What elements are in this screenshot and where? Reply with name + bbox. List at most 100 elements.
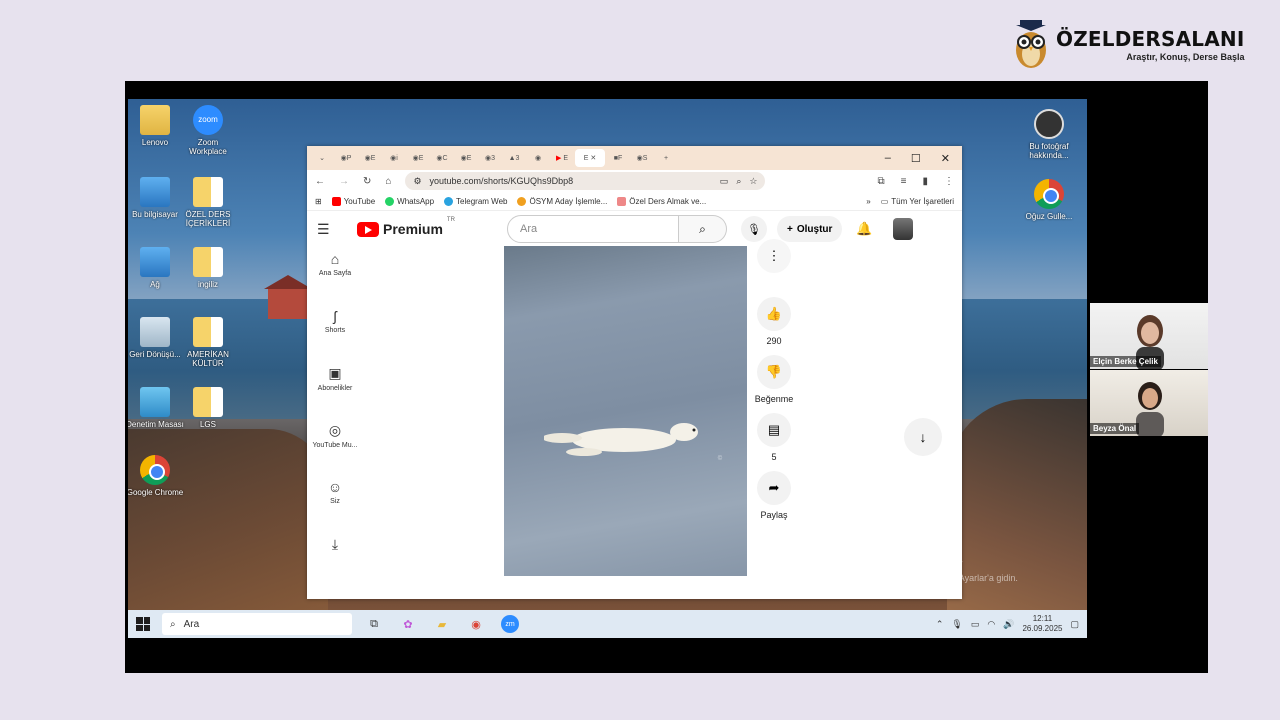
- share-button[interactable]: ➦: [757, 471, 791, 505]
- sidebar-item-downloads[interactable]: ⤓: [307, 536, 363, 593]
- desktop-icon-oguz-gulle[interactable]: Oğuz Gulle...: [1019, 179, 1079, 221]
- desktop-icon-lenovo[interactable]: Lenovo: [128, 105, 185, 147]
- browser-tab[interactable]: ◉ 3: [479, 149, 501, 167]
- next-video-button[interactable]: ↓: [904, 418, 942, 456]
- desktop-icon-ozel-ders[interactable]: ÖZEL DERS İÇERİKLERİ: [178, 177, 238, 228]
- site-info-icon[interactable]: ⚙: [413, 176, 421, 187]
- youtube-icon: [331, 196, 341, 206]
- extensions-icon[interactable]: ⧉: [878, 176, 885, 187]
- more-options-kebab-icon[interactable]: ⋮: [757, 239, 791, 273]
- desktop-icon-photo-info[interactable]: Bu fotoğraf hakkında...: [1019, 109, 1079, 160]
- chrome-icon[interactable]: ◉: [464, 613, 488, 635]
- bookmark-osym[interactable]: ÖSYM Aday İşlemle...: [517, 196, 607, 206]
- browser-tab[interactable]: ◉ i: [383, 149, 405, 167]
- like-button[interactable]: 👍: [757, 297, 791, 331]
- copilot-icon[interactable]: ✿: [396, 613, 420, 635]
- browser-tab[interactable]: ◉ E: [407, 149, 429, 167]
- desktop-icon-google-chrome[interactable]: Google Chrome: [128, 455, 185, 497]
- browser-tab[interactable]: ▲ 3: [503, 149, 525, 167]
- desktop-icon-amerikan-kultur[interactable]: AMERİKAN KÜLTÜR: [178, 317, 238, 368]
- browser-tab[interactable]: ◉: [527, 149, 549, 167]
- minimize-icon[interactable]: –: [885, 152, 891, 165]
- folder-outline-icon: ▭: [880, 196, 889, 206]
- dislike-button[interactable]: 👎: [757, 355, 791, 389]
- reading-list-icon[interactable]: ≡: [901, 176, 907, 187]
- taskbar-search[interactable]: ⌕ Ara: [162, 613, 352, 635]
- task-view-icon[interactable]: ⧉: [362, 613, 386, 635]
- more-bookmarks-chevron-icon[interactable]: »: [866, 197, 870, 206]
- sidebar-item-youtube-music[interactable]: ◎ YouTube Mu...: [307, 422, 363, 479]
- taskbar-clock[interactable]: 12:11 26.09.2025: [1022, 614, 1062, 634]
- battery-icon[interactable]: ▭: [971, 619, 980, 630]
- zoom-magnifier-icon[interactable]: ⌕: [736, 176, 741, 187]
- desktop-icon-control-panel[interactable]: Denetim Masası: [128, 387, 185, 429]
- bookmark-star-icon[interactable]: ☆: [749, 176, 757, 187]
- subscriptions-icon: ▣: [328, 365, 342, 381]
- browser-tab-youtube[interactable]: ▶ E: [551, 149, 573, 167]
- desktop-icon-lgs[interactable]: LGS: [178, 387, 238, 429]
- desktop-icon-zoom[interactable]: zoom Zoom Workplace: [178, 105, 238, 156]
- search-button[interactable]: ⌕: [679, 215, 727, 243]
- sidebar-item-you[interactable]: ☺ Siz: [307, 479, 363, 536]
- bookmark-youtube[interactable]: YouTube: [331, 196, 375, 206]
- desktop-icon-recycle-bin[interactable]: Geri Dönüşü...: [128, 317, 185, 359]
- browser-tab[interactable]: ◉ P: [335, 149, 357, 167]
- browser-window: ⌄ ◉ P ◉ E ◉ i ◉ E ◉ C ◉ E ◉ 3 ▲ 3 ◉ ▶ E …: [307, 146, 962, 599]
- cast-icon[interactable]: ▭: [720, 176, 729, 187]
- participant-video[interactable]: Elçin Berke Çelik: [1090, 303, 1208, 369]
- participant-video[interactable]: Beyza Önal: [1090, 370, 1208, 436]
- all-bookmarks-folder[interactable]: ▭ Tüm Yer İşaretleri: [881, 197, 954, 206]
- browser-tab-active[interactable]: E ✕: [575, 149, 605, 167]
- home-icon[interactable]: ⌂: [385, 176, 391, 187]
- shared-screen: Lenovo zoom Zoom Workplace Bu bilgisayar …: [125, 81, 1208, 673]
- tab-list-chevron-icon[interactable]: ⌄: [311, 149, 333, 167]
- profile-icon[interactable]: ▮: [922, 176, 928, 187]
- browser-tab[interactable]: ◉ S: [631, 149, 653, 167]
- forward-arrow-icon[interactable]: →: [339, 176, 349, 187]
- apps-grid-icon[interactable]: ⊞: [315, 197, 322, 206]
- browser-tab[interactable]: ■ F: [607, 149, 629, 167]
- sidebar-item-shorts[interactable]: ʃ Shorts: [307, 308, 363, 365]
- volume-icon[interactable]: 🔊: [1003, 619, 1014, 630]
- close-tab-icon[interactable]: ✕: [590, 154, 596, 162]
- windows-start-icon[interactable]: [136, 617, 150, 631]
- notification-icon[interactable]: ▢: [1070, 619, 1079, 630]
- desktop-icon-this-pc[interactable]: Bu bilgisayar: [128, 177, 185, 219]
- shorts-video-player[interactable]: ©: [504, 246, 747, 576]
- bookmark-ozel-ders[interactable]: Özel Ders Almak ve...: [617, 196, 706, 206]
- sidebar-item-subscriptions[interactable]: ▣ Abonelikler: [307, 365, 363, 422]
- youtube-icon: ▶: [555, 155, 562, 162]
- reload-icon[interactable]: ↻: [363, 176, 371, 187]
- chevron-up-icon[interactable]: ⌃: [936, 619, 944, 630]
- browser-tab[interactable]: ◉ C: [431, 149, 453, 167]
- menu-kebab-icon[interactable]: ⋮: [944, 176, 954, 187]
- notifications-bell-icon[interactable]: 🔔: [856, 221, 872, 237]
- maximize-icon[interactable]: ☐: [911, 152, 921, 165]
- bookmark-telegram[interactable]: Telegram Web: [444, 196, 507, 206]
- address-bar[interactable]: ⚙ youtube.com/shorts/KGUQhs9Dbp8 ▭ ⌕ ☆: [405, 172, 766, 190]
- search-input[interactable]: Ara: [507, 215, 679, 243]
- back-arrow-icon[interactable]: ←: [315, 176, 325, 187]
- wifi-icon[interactable]: ◠: [987, 619, 995, 630]
- url-text: youtube.com/shorts/KGUQhs9Dbp8: [429, 176, 574, 186]
- zoom-icon[interactable]: zm: [498, 613, 522, 635]
- microphone-icon[interactable]: 🎙: [951, 619, 962, 630]
- browser-tab[interactable]: ◉ E: [359, 149, 381, 167]
- like-count: 290: [766, 336, 782, 346]
- hamburger-menu-icon[interactable]: ☰: [317, 221, 357, 238]
- shorts-icon: ʃ: [333, 308, 337, 324]
- youtube-premium-logo[interactable]: Premium TR: [357, 217, 507, 237]
- new-tab-plus-icon[interactable]: +: [655, 149, 677, 167]
- sidebar-item-home[interactable]: ⌂ Ana Sayfa: [307, 251, 363, 308]
- comments-button[interactable]: ▤: [757, 413, 791, 447]
- osym-icon: [517, 196, 527, 206]
- bookmark-whatsapp[interactable]: WhatsApp: [385, 196, 434, 206]
- desktop-icon-ingiliz[interactable]: ingiliz: [178, 247, 238, 289]
- avatar[interactable]: [892, 218, 913, 240]
- browser-tab[interactable]: ◉ E: [455, 149, 477, 167]
- windows-activation-watermark: Windows'u Etkinleştir Windows'u etkinleş…: [840, 556, 1018, 583]
- file-explorer-icon[interactable]: ▰: [430, 613, 454, 635]
- desktop-icon-network[interactable]: Ağ: [128, 247, 185, 289]
- close-window-icon[interactable]: ✕: [941, 152, 950, 165]
- whatsapp-icon: [385, 196, 395, 206]
